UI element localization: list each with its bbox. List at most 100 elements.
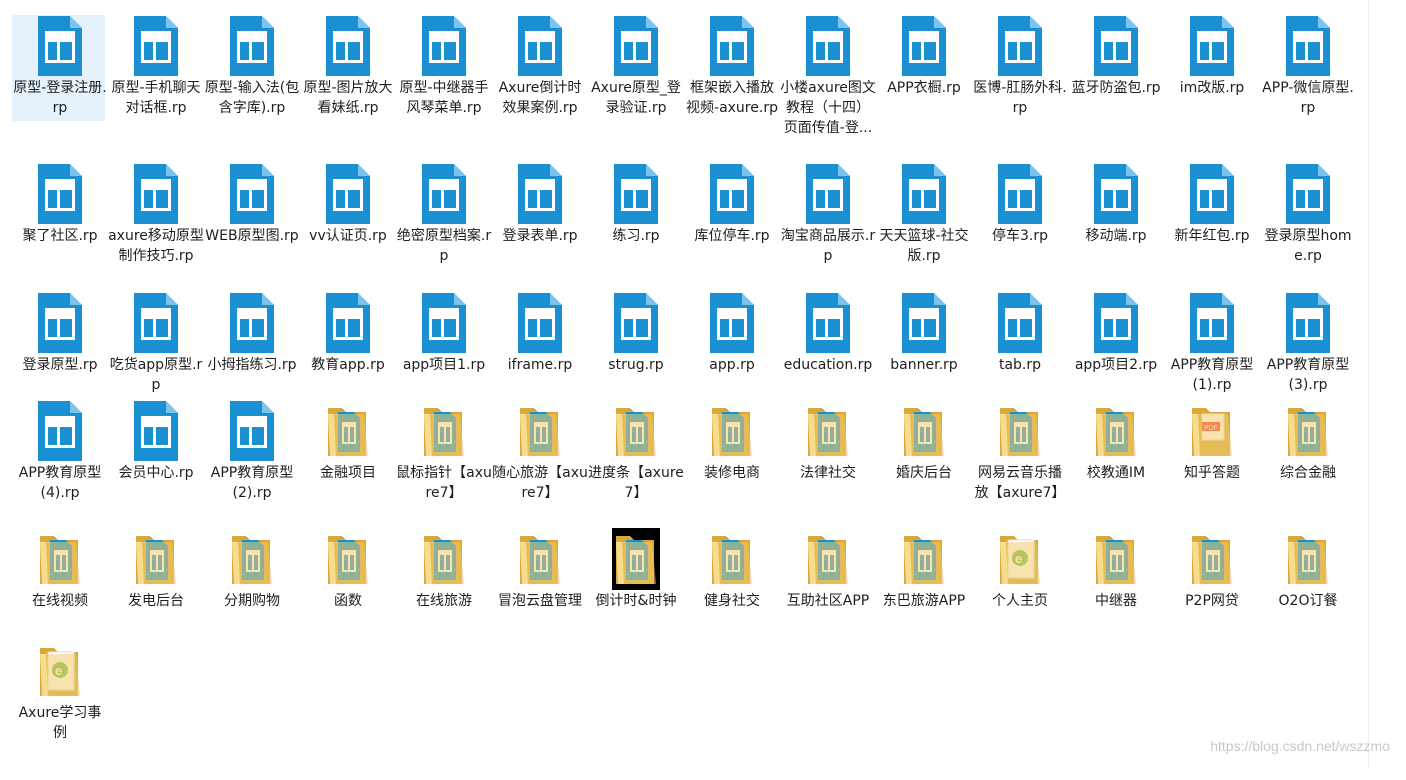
item-label: Axure倒计时效果案例.rp: [498, 80, 582, 116]
folder-item[interactable]: e Axure学习事例: [12, 640, 108, 780]
folder-item[interactable]: 健身社交: [684, 528, 780, 668]
axure-rp-file-icon: [228, 163, 276, 225]
rp-file-item[interactable]: 天天篮球-社交版.rp: [876, 163, 972, 303]
rp-file-item[interactable]: 原型-图片放大看妹纸.rp: [300, 15, 396, 155]
item-label: 聚了社区.rp: [22, 228, 98, 244]
folder-icon: [996, 400, 1044, 462]
rp-file-item[interactable]: 原型-输入法(包含字库).rp: [204, 15, 300, 155]
folder-item[interactable]: PDF 知乎答题: [1164, 400, 1260, 540]
folder-item[interactable]: 网易云音乐播放【axure7】: [972, 400, 1068, 540]
item-label: 金融项目: [320, 465, 376, 481]
folder-item[interactable]: e 个人主页: [972, 528, 1068, 668]
rp-file-item[interactable]: Axure倒计时效果案例.rp: [492, 15, 588, 155]
folder-item[interactable]: 冒泡云盘管理: [492, 528, 588, 668]
rp-file-item[interactable]: 移动端.rp: [1068, 163, 1164, 303]
rp-file-item[interactable]: 停车3.rp: [972, 163, 1068, 303]
axure-rp-file-icon: [900, 292, 948, 354]
item-label: 婚庆后台: [896, 465, 952, 481]
rp-file-item[interactable]: 绝密原型档案.rp: [396, 163, 492, 303]
axure-rp-file-icon: [708, 15, 756, 77]
rp-file-item[interactable]: 蓝牙防盗包.rp: [1068, 15, 1164, 155]
rp-file-item[interactable]: 淘宝商品展示.rp: [780, 163, 876, 303]
folder-icon: [36, 528, 84, 590]
folder-item[interactable]: 金融项目: [300, 400, 396, 540]
folder-item[interactable]: 函数: [300, 528, 396, 668]
item-label: 发电后台: [128, 593, 184, 609]
rp-file-item[interactable]: Axure原型_登录验证.rp: [588, 15, 684, 155]
axure-rp-file-icon: [1284, 163, 1332, 225]
item-label: 装修电商: [704, 465, 760, 481]
rp-file-item[interactable]: im改版.rp: [1164, 15, 1260, 155]
folder-item[interactable]: 倒计时&时钟: [588, 522, 684, 668]
axure-rp-file-icon: [36, 292, 84, 354]
folder-icon: e: [36, 640, 84, 702]
item-label: 会员中心.rp: [118, 465, 194, 481]
folder-item[interactable]: 进度条【axure7】: [588, 400, 684, 540]
folder-item[interactable]: P2P网贷: [1164, 528, 1260, 668]
axure-rp-file-icon: [324, 15, 372, 77]
rp-file-item[interactable]: 新年红包.rp: [1164, 163, 1260, 303]
rp-file-item[interactable]: 框架嵌入播放视频-axure.rp: [684, 15, 780, 155]
axure-rp-file-icon: [612, 163, 660, 225]
rp-file-item[interactable]: 原型-中继器手风琴菜单.rp: [396, 15, 492, 155]
axure-rp-file-icon: [132, 292, 180, 354]
rp-file-item[interactable]: APP教育原型 (4).rp: [12, 400, 108, 540]
rp-file-item[interactable]: 登录原型home.rp: [1260, 163, 1356, 303]
folder-item[interactable]: 在线旅游: [396, 528, 492, 668]
item-label: im改版.rp: [1179, 80, 1245, 96]
item-label: 蓝牙防盗包.rp: [1071, 80, 1161, 96]
item-label: 分期购物: [224, 593, 280, 609]
folder-icon: e: [996, 528, 1044, 590]
axure-rp-file-icon: [132, 163, 180, 225]
folder-item[interactable]: 综合金融: [1260, 400, 1356, 540]
rp-file-item[interactable]: WEB原型图.rp: [204, 163, 300, 303]
folder-item[interactable]: 装修电商: [684, 400, 780, 540]
item-label: 原型-输入法(包含字库).rp: [204, 80, 300, 116]
item-label: 倒计时&时钟: [595, 593, 677, 609]
rp-file-item[interactable]: 聚了社区.rp: [12, 163, 108, 303]
scrollbar-track[interactable]: [1368, 0, 1369, 768]
folder-item[interactable]: 校教通IM: [1068, 400, 1164, 540]
folder-item[interactable]: 互助社区APP: [780, 528, 876, 668]
item-label: APP教育原型 (2).rp: [210, 465, 294, 501]
rp-file-item[interactable]: 登录表单.rp: [492, 163, 588, 303]
item-label: 互助社区APP: [786, 593, 870, 609]
rp-file-item[interactable]: vv认证页.rp: [300, 163, 396, 303]
item-label: iframe.rp: [507, 357, 573, 373]
folder-item[interactable]: 鼠标指针【axure7】: [396, 400, 492, 540]
rp-file-item[interactable]: axure移动原型制作技巧.rp: [108, 163, 204, 303]
rp-file-item[interactable]: 练习.rp: [588, 163, 684, 303]
rp-file-item[interactable]: APP教育原型 (2).rp: [204, 400, 300, 540]
folder-item[interactable]: O2O订餐: [1260, 528, 1356, 668]
folder-icon: [708, 528, 756, 590]
folder-item[interactable]: 婚庆后台: [876, 400, 972, 540]
axure-rp-file-icon: [324, 163, 372, 225]
folder-icon: [228, 528, 276, 590]
item-label: 原型-图片放大看妹纸.rp: [303, 80, 393, 116]
rp-file-item[interactable]: 小楼axure图文教程（十四）页面传值-登...: [780, 15, 876, 155]
folder-item[interactable]: 分期购物: [204, 528, 300, 668]
rp-file-item[interactable]: 原型-手机聊天对话框.rp: [108, 15, 204, 155]
axure-rp-file-icon: [420, 163, 468, 225]
rp-file-item[interactable]: 库位停车.rp: [684, 163, 780, 303]
folder-item[interactable]: 法律社交: [780, 400, 876, 540]
item-label: 登录表单.rp: [502, 228, 578, 244]
folder-item[interactable]: 随心旅游【axure7】: [492, 400, 588, 540]
rp-file-item[interactable]: 原型-登录注册.rp: [12, 15, 108, 155]
folder-item[interactable]: 中继器: [1068, 528, 1164, 668]
rp-file-item[interactable]: APP衣橱.rp: [876, 15, 972, 155]
axure-rp-file-icon: [996, 292, 1044, 354]
item-label: 东巴旅游APP: [882, 593, 966, 609]
item-label: 进度条【axure7】: [588, 465, 684, 501]
rp-file-item[interactable]: 会员中心.rp: [108, 400, 204, 540]
item-label: 练习.rp: [612, 228, 660, 244]
rp-file-item[interactable]: 医博-肛肠外科.rp: [972, 15, 1068, 155]
axure-rp-file-icon: [804, 163, 852, 225]
axure-rp-file-icon: [516, 15, 564, 77]
rp-file-item[interactable]: APP-微信原型.rp: [1260, 15, 1356, 155]
item-label: Axure学习事例: [18, 705, 102, 741]
folder-icon: [1092, 528, 1140, 590]
folder-item[interactable]: 发电后台: [108, 528, 204, 668]
item-label: 新年红包.rp: [1174, 228, 1250, 244]
folder-item[interactable]: 东巴旅游APP: [876, 528, 972, 668]
